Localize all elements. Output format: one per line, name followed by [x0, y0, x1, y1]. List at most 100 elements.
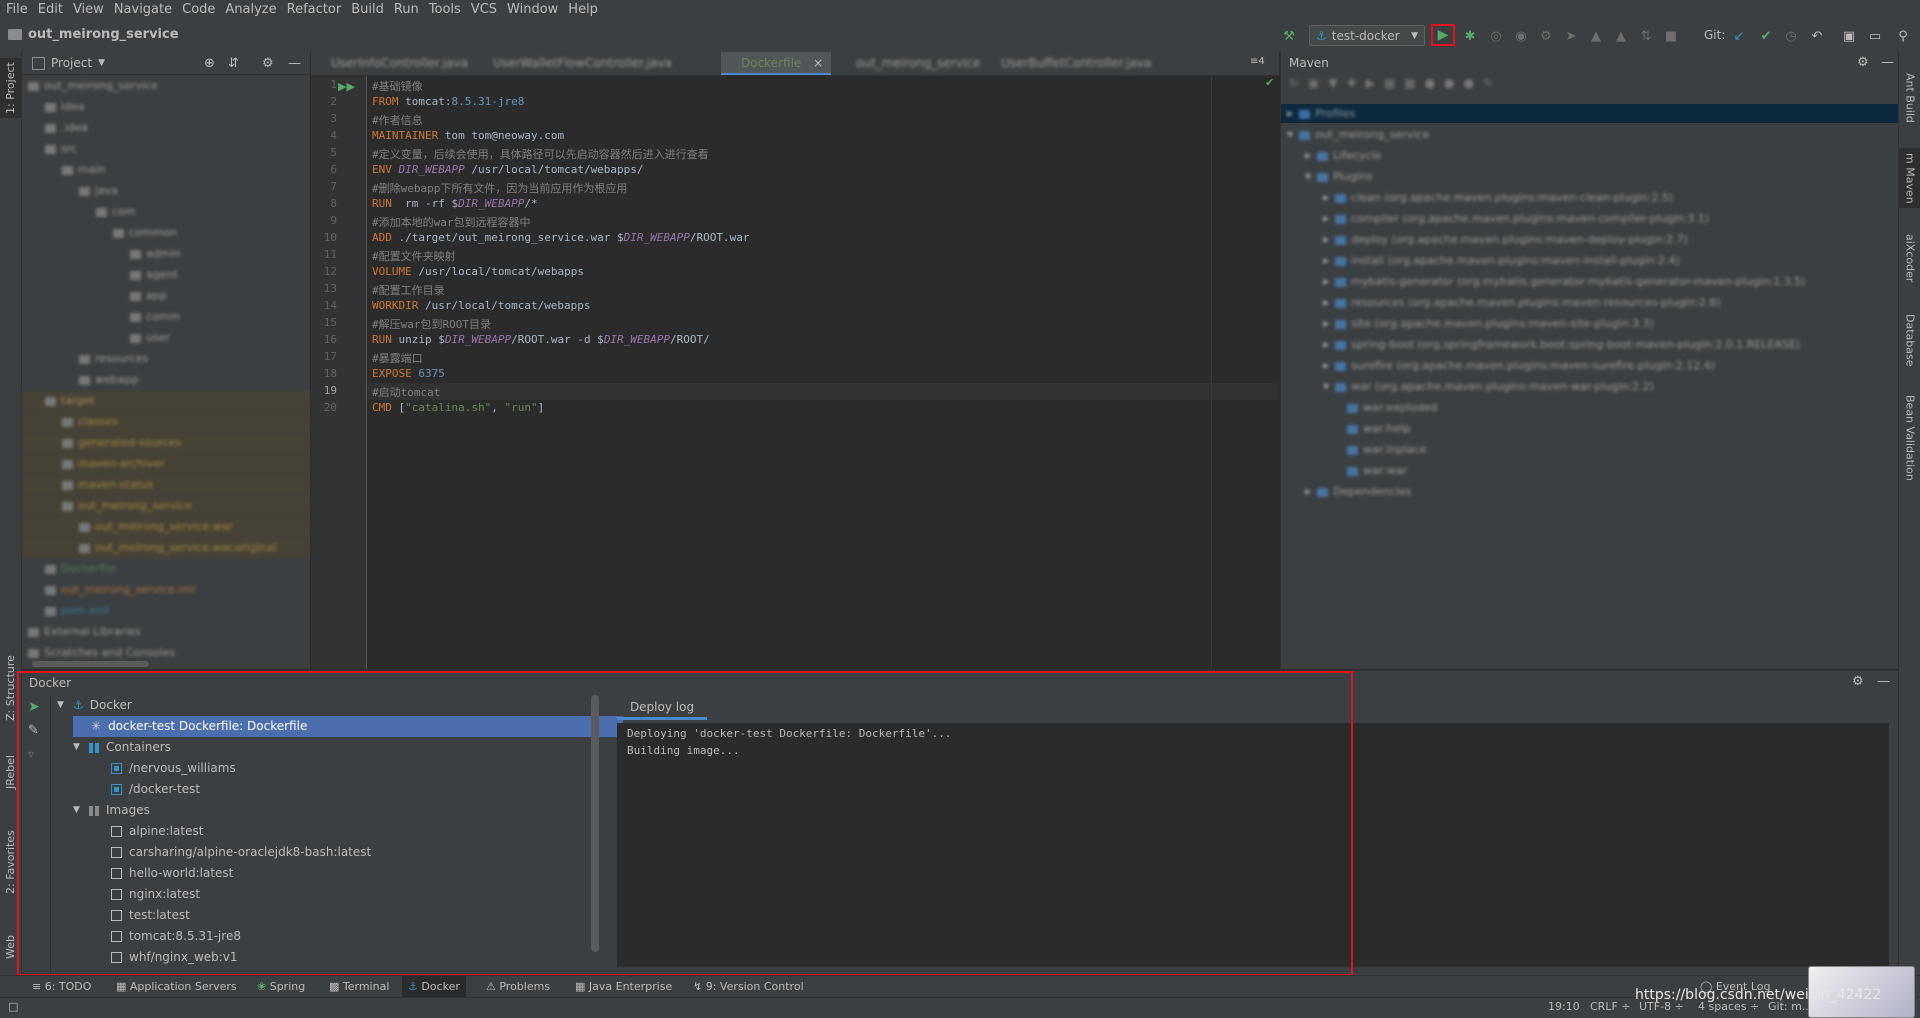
chevron-down-icon[interactable]: ▼: [57, 695, 67, 716]
horizontal-scrollbar[interactable]: [32, 661, 149, 667]
expand-arrow-icon[interactable]: ▼: [1305, 167, 1311, 187]
rebel-debug-icon[interactable]: ▲: [1612, 27, 1630, 45]
image-item[interactable]: carsharing/alpine-oraclejdk8-bash:latest: [111, 842, 371, 863]
coverage-icon[interactable]: ◎: [1487, 27, 1505, 45]
git-commit-icon[interactable]: ✔: [1757, 27, 1775, 45]
hide-icon[interactable]: —: [1877, 674, 1890, 689]
search-icon[interactable]: ⚲: [1894, 27, 1912, 45]
menu-analyze[interactable]: Analyze: [220, 0, 281, 20]
tool-tab-maven[interactable]: m Maven: [1899, 148, 1920, 208]
tool-tab-ant-build[interactable]: Ant Build: [1899, 58, 1920, 138]
maven-tree-item[interactable]: ▶ compiler (org.apache.maven.plugins:mave…: [1323, 209, 1709, 229]
rebel-run-icon[interactable]: ▲: [1587, 27, 1605, 45]
maven-tree-item[interactable]: war:exploded: [1341, 398, 1437, 418]
tool-tab-structure[interactable]: Z: Structure: [0, 648, 21, 728]
maven-tree-item[interactable]: ▶ resources (org.apache.maven.plugins:mav…: [1323, 293, 1721, 313]
chevron-down-icon[interactable]: ▼: [98, 58, 105, 68]
close-icon[interactable]: ×: [813, 56, 823, 70]
project-view-label[interactable]: Project: [51, 56, 92, 70]
gear-icon[interactable]: ⚙: [1852, 674, 1864, 689]
docker-root-node[interactable]: ▼ ⚓ Docker: [57, 695, 132, 716]
expand-arrow-icon[interactable]: ▶: [1323, 251, 1329, 271]
locate-icon[interactable]: ⊕: [204, 56, 215, 71]
project-tree-item[interactable]: user: [130, 328, 170, 348]
editor-tab-dockerfile[interactable]: Dockerfile ×: [721, 52, 831, 75]
menu-file[interactable]: File: [0, 0, 33, 20]
maven-tree-item[interactable]: ▶ Profiles: [1287, 104, 1355, 124]
editor-tab[interactable]: out_meirong_service: [836, 52, 986, 75]
tool-tab-web[interactable]: Web: [0, 922, 21, 972]
project-tree-item[interactable]: out_meirong_service.iml: [45, 580, 195, 600]
edit-pencil-icon[interactable]: ✎: [28, 723, 39, 738]
maven-tree-item[interactable]: war:help: [1341, 419, 1411, 439]
project-tree-item[interactable]: generated-sources: [22, 433, 310, 453]
project-tree-item[interactable]: resources: [79, 349, 148, 369]
menu-tools[interactable]: Tools: [424, 0, 466, 20]
tool-tab-java-enterprise[interactable]: ▦ Java Enterprise: [575, 976, 672, 998]
expand-arrow-icon[interactable]: ▶: [1323, 293, 1329, 313]
maven-tree-item[interactable]: ▼ Plugins: [1305, 167, 1373, 187]
project-tree-item[interactable]: classes: [22, 412, 310, 432]
maven-tree-item[interactable]: ▶ clean (org.apache.maven.plugins:maven-c…: [1323, 188, 1673, 208]
maven-tree-item[interactable]: war:war: [1341, 461, 1407, 481]
project-tree-item[interactable]: agent: [130, 265, 178, 285]
build-hammer-icon[interactable]: ⚒: [1280, 27, 1298, 45]
git-rollback-icon[interactable]: ↶: [1808, 27, 1826, 45]
maven-tree-item[interactable]: ▶ Dependencies: [1305, 482, 1411, 502]
tool-tab-project[interactable]: 1: Project: [0, 58, 21, 118]
image-item[interactable]: test:latest: [111, 905, 190, 926]
project-tree-item[interactable]: comm: [130, 307, 180, 327]
menu-refactor[interactable]: Refactor: [282, 0, 347, 20]
expand-arrow-icon[interactable]: ▶: [1305, 482, 1311, 502]
tool-tab-version-control[interactable]: ↯ 9: Version Control: [693, 976, 804, 998]
image-item[interactable]: tomcat:8.5.31-jre8: [111, 926, 241, 947]
expand-arrow-icon[interactable]: ▶: [1323, 188, 1329, 208]
expand-arrow-icon[interactable]: ▶: [1305, 146, 1311, 166]
caret-position[interactable]: 19:10: [1548, 1000, 1580, 1013]
project-tree-item[interactable]: webapp: [79, 370, 138, 390]
git-update-icon[interactable]: ↙: [1730, 27, 1748, 45]
maven-tree-item[interactable]: ▶ site (org.apache.maven.plugins:maven-si…: [1323, 314, 1654, 334]
maven-tree-item[interactable]: ▶ surefire (org.apache.maven.plugins:mave…: [1323, 356, 1715, 376]
project-tree-item[interactable]: out_meirong_service: [22, 496, 310, 516]
expand-arrow-icon[interactable]: ▶: [1323, 209, 1329, 229]
project-tree-item[interactable]: Scratches and Consoles: [28, 643, 175, 663]
project-structure-icon[interactable]: ▣: [1840, 27, 1858, 45]
tool-tab-todo[interactable]: ≡ 6: TODO: [32, 976, 91, 998]
expand-arrow-icon[interactable]: ▶: [1323, 356, 1329, 376]
docker-tree-scrollbar[interactable]: [591, 695, 599, 952]
expand-arrow-icon[interactable]: ▶: [1323, 230, 1329, 250]
line-separator[interactable]: CRLF ÷: [1590, 1000, 1631, 1013]
tool-tab-problems[interactable]: ⚠ Problems: [486, 976, 550, 998]
expand-arrow-icon[interactable]: ▶: [1323, 272, 1329, 292]
container-item[interactable]: /docker-test: [111, 779, 200, 800]
menu-vcs[interactable]: VCS: [466, 0, 502, 20]
maven-tree-item[interactable]: war:inplace: [1341, 440, 1426, 460]
project-tree-item[interactable]: idea: [45, 97, 85, 117]
project-breadcrumb[interactable]: out_meirong_service: [28, 27, 179, 42]
menu-build[interactable]: Build: [346, 0, 389, 20]
project-tree-item[interactable]: maven-archiver: [22, 454, 310, 474]
tool-tab-spring[interactable]: ❀ Spring: [257, 976, 305, 998]
menu-help[interactable]: Help: [563, 0, 603, 20]
deployment-row-selected[interactable]: ✳ docker-test Dockerfile: Dockerfile: [73, 716, 623, 737]
tab-deploy-log[interactable]: Deploy log: [617, 695, 707, 720]
maven-tree-item[interactable]: ▶ spring-boot (org.springframework.boot:s…: [1323, 335, 1800, 355]
image-item[interactable]: nginx:latest: [111, 884, 200, 905]
attach-icon[interactable]: ⚙: [1537, 27, 1555, 45]
project-tree-item[interactable]: app: [130, 286, 167, 306]
project-tree-item[interactable]: .idea: [45, 118, 88, 138]
project-tree-item[interactable]: out_meirong_service.war: [22, 517, 310, 537]
maven-tree-item[interactable]: ▶ install (org.apache.maven.plugins:maven…: [1323, 251, 1680, 271]
editor-tab[interactable]: UserWalletFlowController.java: [473, 52, 683, 75]
maven-tree-item[interactable]: ▼ war (org.apache.maven.plugins:maven-war…: [1323, 377, 1654, 397]
maven-tree-item[interactable]: ▶ Lifecycle: [1305, 146, 1381, 166]
container-item[interactable]: /nervous_williams: [111, 758, 236, 779]
filter-icon[interactable]: ▿: [28, 747, 34, 761]
menu-run[interactable]: Run: [389, 0, 424, 20]
maven-toolbar[interactable]: ↻▣▼✚▶▦▦●●●✎: [1289, 76, 1589, 92]
code-area[interactable]: #基础镜像 FROM tomcat:8.5.31-jre8 #作者信息 MAINTAI…: [311, 76, 1279, 669]
deploy-icon[interactable]: ➤: [1562, 27, 1580, 45]
update-icon[interactable]: ⇅: [1637, 27, 1655, 45]
project-tree-item[interactable]: admin: [130, 244, 180, 264]
